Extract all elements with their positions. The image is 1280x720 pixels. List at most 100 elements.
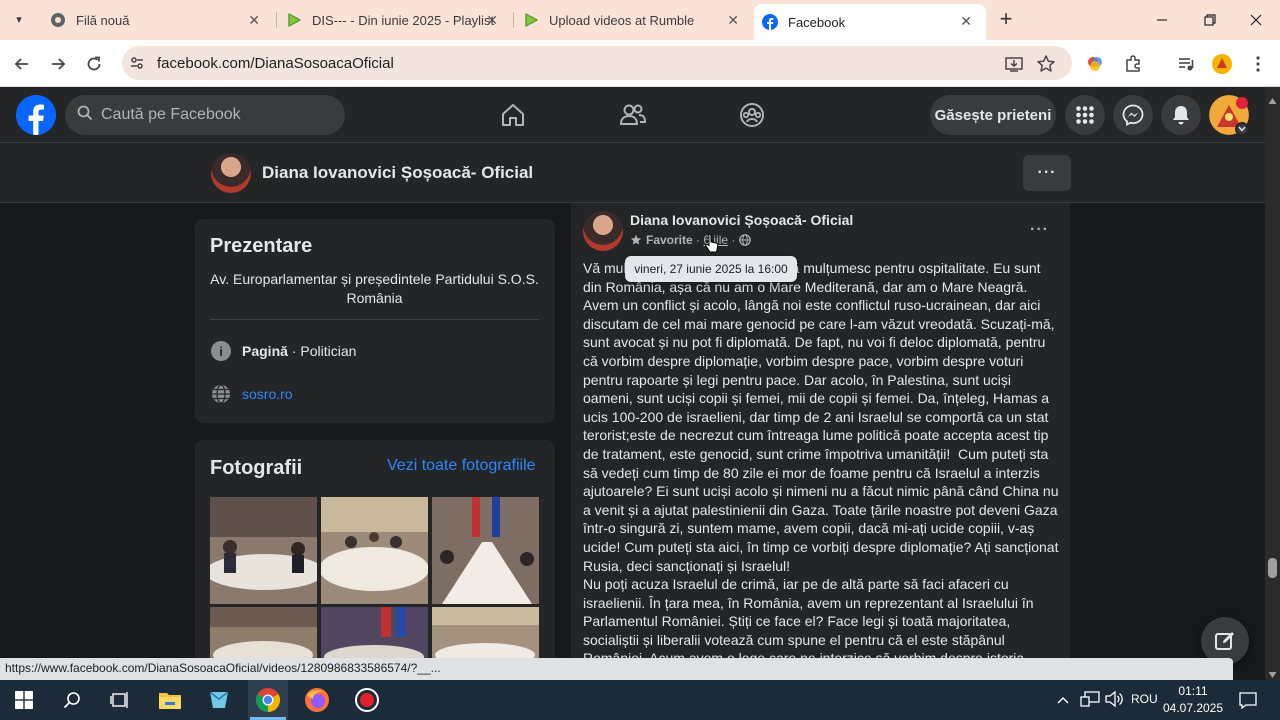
new-tab-button[interactable]: + [994, 8, 1018, 32]
page-avatar[interactable] [211, 153, 251, 193]
close-icon[interactable]: ✕ [727, 12, 739, 29]
notification-center-icon[interactable] [1238, 690, 1258, 710]
photo-thumbnail[interactable] [432, 607, 539, 658]
groups-icon[interactable] [735, 98, 769, 132]
post-author-name[interactable]: Diana Iovanovici Șoșoacă- Oficial [630, 212, 853, 228]
tab-playlist[interactable]: DIS--- - Din iunie 2025 - Playlist ✕ [276, 0, 512, 40]
tab-new-tab[interactable]: Filă nouă ✕ [38, 0, 274, 40]
page-title[interactable]: Diana Iovanovici Șoșoacă- Oficial [262, 163, 533, 183]
photo-thumbnail[interactable] [210, 497, 317, 604]
intro-bio: Av. Europarlamentar și președintele Part… [210, 271, 539, 306]
facebook-logo-icon[interactable] [16, 95, 56, 135]
file-explorer-icon[interactable] [156, 686, 184, 714]
browser-menu-icon[interactable] [1246, 52, 1270, 76]
info-icon: i [211, 341, 231, 361]
category-value: Politician [300, 343, 357, 359]
notification-dot [1236, 97, 1248, 109]
close-window-button[interactable] [1246, 10, 1266, 30]
network-icon[interactable] [1080, 690, 1100, 708]
app-icon[interactable] [205, 686, 233, 714]
chevron-up-icon[interactable] [1056, 692, 1072, 706]
chevron-down-icon[interactable] [1235, 122, 1249, 136]
task-view-icon[interactable] [106, 686, 134, 714]
scroll-up-arrow-icon[interactable] [1268, 92, 1277, 104]
divider [210, 319, 539, 320]
home-icon[interactable] [496, 98, 530, 132]
windows-start-icon[interactable] [10, 686, 38, 714]
info-row-website: sosro.ro [211, 384, 293, 404]
photo-thumbnail[interactable] [321, 497, 428, 604]
page-more-options-button[interactable]: ··· [1023, 155, 1071, 191]
info-row-category: i Pagină · Politician [211, 341, 356, 361]
tab-title: Upload videos at Rumble [549, 12, 695, 28]
page-sticky-header [0, 143, 1265, 203]
taskbar-clock[interactable]: 01:11 04.07.2025 [1156, 683, 1230, 717]
media-control-icon[interactable] [1174, 52, 1198, 76]
restore-button[interactable] [1200, 10, 1220, 30]
notifications-bell-icon[interactable] [1161, 95, 1201, 135]
chrome-icon[interactable] [254, 686, 282, 714]
rumble-icon [286, 12, 302, 28]
category-label: Pagină [242, 343, 288, 359]
mouse-cursor-icon [705, 233, 719, 260]
page-scrollbar[interactable] [1265, 87, 1280, 680]
messenger-icon[interactable] [1113, 95, 1153, 135]
input-language[interactable]: ROU [1131, 692, 1158, 706]
menu-grid-icon[interactable] [1065, 95, 1105, 135]
photo-thumbnail[interactable] [210, 607, 317, 658]
post-body-text: Vă mulțumesc pentru invitație și vă mulț… [583, 259, 1063, 659]
bookmark-star-icon[interactable] [1034, 52, 1058, 76]
post-text: Vă mulțumesc pentru invitație și vă mulț… [583, 260, 1059, 659]
scroll-down-arrow-icon[interactable] [1268, 666, 1277, 678]
chrome-icon [50, 12, 66, 28]
extensions-puzzle-icon[interactable] [1121, 52, 1145, 76]
facebook-search-input[interactable]: Caută pe Facebook [65, 95, 345, 135]
meta-separator: · [692, 233, 704, 247]
star-icon [630, 234, 642, 246]
search-placeholder: Caută pe Facebook [101, 106, 241, 123]
extension-color-icon[interactable] [1083, 52, 1107, 76]
facebook-icon [762, 14, 778, 30]
clock-date: 04.07.2025 [1162, 701, 1224, 715]
globe-icon [738, 234, 751, 246]
install-app-icon[interactable] [1002, 52, 1026, 76]
favorite-label[interactable]: Favorite [646, 233, 693, 247]
browser-tab-bar: ▾ Filă nouă ✕ DIS--- - Din iunie 2025 - … [0, 0, 1280, 40]
link-status-bar: https://www.facebook.com/DianaSosoacaOfi… [0, 658, 1233, 680]
minimize-button[interactable] [1152, 10, 1172, 30]
tab-facebook[interactable]: Facebook ✕ [754, 4, 986, 40]
intro-title: Prezentare [210, 235, 313, 257]
post-author-avatar[interactable] [583, 211, 623, 251]
see-all-photos-link[interactable]: Vezi toate fotografiile [387, 457, 536, 475]
clock-time: 01:11 [1178, 684, 1208, 698]
record-icon[interactable] [353, 686, 381, 714]
reload-icon[interactable] [82, 52, 106, 76]
forward-icon[interactable] [46, 52, 70, 76]
back-icon[interactable] [10, 52, 34, 76]
friends-icon[interactable] [616, 98, 650, 132]
firefox-icon[interactable] [303, 686, 331, 714]
meta-separator: · [728, 233, 739, 247]
find-friends-button[interactable]: Găsește prieteni [930, 95, 1056, 135]
close-icon[interactable]: ✕ [960, 13, 972, 30]
close-icon[interactable]: ✕ [486, 12, 498, 29]
close-icon[interactable]: ✕ [248, 12, 260, 29]
tab-title: DIS--- - Din iunie 2025 - Playlist [312, 12, 495, 28]
photo-thumbnail[interactable] [321, 607, 428, 658]
category-separator: · [287, 343, 301, 359]
photos-title: Fotografii [210, 457, 303, 479]
photo-thumbnail[interactable] [432, 497, 539, 604]
search-icon[interactable] [58, 686, 86, 714]
tab-search-button[interactable]: ▾ [8, 8, 30, 30]
url-text[interactable]: facebook.com/DianaSosoacaOficial [157, 55, 394, 72]
website-link[interactable]: sosro.ro [242, 386, 293, 402]
tab-title: Facebook [788, 14, 846, 30]
volume-icon[interactable] [1104, 690, 1124, 708]
post-more-options-button[interactable]: ··· [1030, 221, 1049, 239]
profile-avatar-icon[interactable] [1210, 52, 1234, 76]
site-info-icon[interactable] [128, 54, 146, 72]
search-icon [77, 105, 93, 126]
rumble-icon [523, 12, 539, 28]
scrollbar-thumb[interactable] [1268, 558, 1277, 578]
tab-upload-rumble[interactable]: Upload videos at Rumble ✕ [513, 0, 753, 40]
